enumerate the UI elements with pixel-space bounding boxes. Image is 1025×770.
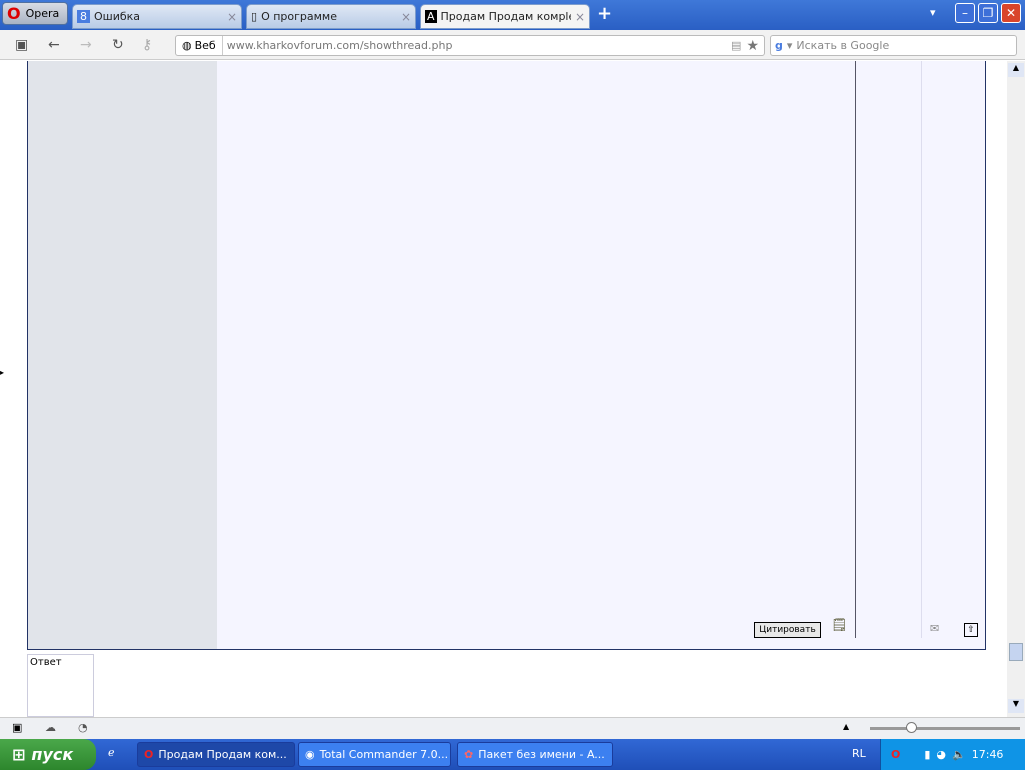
- google-icon: 8: [77, 10, 90, 23]
- panel-toggle-icon[interactable]: ▸: [0, 368, 4, 377]
- task-opera[interactable]: O Продам Продам ком...: [137, 742, 295, 767]
- zoom-menu-icon[interactable]: ▲: [843, 722, 849, 731]
- panel-icon[interactable]: ▣: [12, 721, 22, 734]
- scroll-down-icon[interactable]: ▼: [1008, 699, 1024, 713]
- task-total-commander[interactable]: ◉ Total Commander 7.0...: [298, 742, 451, 767]
- web-badge: ◍ Веб: [176, 36, 223, 55]
- url-path: /showthread.php: [359, 39, 453, 52]
- start-button[interactable]: ⊞ пуск: [0, 739, 96, 770]
- tab-bar: O Opera 8 Ошибка × ▯ О программе × A Продам Пр…: [0, 0, 1025, 30]
- chevron-down-icon[interactable]: ▾: [787, 39, 793, 52]
- url-host: www.kharkovforum.com: [226, 39, 360, 52]
- quote-button[interactable]: Цитировать: [754, 622, 821, 638]
- google-icon: g: [775, 39, 783, 52]
- maximize-button[interactable]: ❐: [978, 3, 998, 23]
- bookmark-star-icon[interactable]: ★: [746, 38, 759, 54]
- app-tray-icon[interactable]: ▮: [924, 748, 930, 761]
- tab-error[interactable]: 8 Ошибка ×: [72, 4, 242, 29]
- post-author-column: [28, 61, 217, 649]
- tab-forum[interactable]: AПродам Продам комple...×: [420, 4, 590, 29]
- opera-menu-button[interactable]: O Opera: [2, 2, 68, 25]
- total-commander-icon: ◉: [305, 748, 315, 761]
- reload-icon[interactable]: ↻: [112, 37, 124, 53]
- taskbar: ⊞ пуск ℯ O Продам Продам ком... ◉ Total Com…: [0, 739, 1025, 770]
- opera-logo-icon: O: [7, 4, 21, 23]
- volume-icon[interactable]: 🔈: [952, 748, 966, 761]
- language-indicator[interactable]: RL: [852, 747, 866, 760]
- forum-favicon-icon: A: [425, 10, 437, 23]
- scroll-up-icon[interactable]: ▲: [1008, 63, 1024, 77]
- windows-logo-icon: ⊞: [12, 745, 26, 764]
- system-tray: O ▮ ◕ 🔈 17:46: [880, 739, 1025, 770]
- clock: 17:46: [971, 748, 1004, 761]
- key-icon[interactable]: ⚷: [142, 37, 152, 53]
- rss-icon[interactable]: ▤: [731, 39, 741, 52]
- opera-icon: O: [144, 748, 154, 761]
- search-input[interactable]: g ▾ Искать в Google: [770, 35, 1017, 56]
- vertical-scrollbar[interactable]: ▲ ▼: [1007, 61, 1025, 717]
- opera-unite-icon[interactable]: ☁: [45, 721, 56, 734]
- package-icon: ✿: [464, 748, 474, 761]
- close-tab-icon[interactable]: ×: [401, 10, 411, 24]
- page-icon: ▯: [251, 10, 258, 23]
- zoom-slider-handle[interactable]: [906, 722, 917, 733]
- task-package[interactable]: ✿ Пакет без имени - A...: [457, 742, 613, 767]
- minimize-button[interactable]: –: [955, 3, 975, 23]
- reply-box[interactable]: Ответ: [27, 654, 94, 717]
- network-icon[interactable]: ◕: [936, 748, 946, 761]
- back-icon[interactable]: ←: [48, 37, 60, 53]
- quick-reply-icon[interactable]: 🗒: [831, 618, 848, 633]
- tab-list-icon[interactable]: ▾: [930, 6, 936, 19]
- zoom-slider[interactable]: [870, 727, 1020, 730]
- private-message-icon[interactable]: ✉: [930, 622, 939, 635]
- forum-post: Цитировать 🗒 ✉ ⇧: [27, 61, 986, 650]
- speed-icon[interactable]: ◔: [78, 721, 88, 734]
- status-bar: ▣ ☁ ◔ ▲: [0, 717, 1025, 739]
- globe-icon: ◍: [182, 39, 192, 52]
- forward-icon[interactable]: →: [80, 37, 92, 53]
- scrollbar-thumb[interactable]: [1009, 643, 1023, 661]
- navigation-toolbar: ▣ ← → ↻ ⚷ ◍ Веб www.kharkovforum.com/show…: [0, 30, 1025, 60]
- new-tab-button[interactable]: +: [597, 3, 612, 24]
- closed-tabs-icon[interactable]: ▣: [15, 37, 28, 53]
- scroll-top-icon[interactable]: ⇧: [964, 623, 978, 637]
- tab-about[interactable]: ▯ О программе ×: [246, 4, 416, 29]
- close-button[interactable]: ✕: [1001, 3, 1021, 23]
- address-bar[interactable]: ◍ Веб www.kharkovforum.com/showthread.php…: [175, 35, 765, 56]
- opera-tray-icon[interactable]: O: [891, 748, 900, 761]
- ie-quicklaunch-icon[interactable]: ℯ: [108, 746, 115, 759]
- close-tab-icon[interactable]: ×: [575, 10, 585, 24]
- close-tab-icon[interactable]: ×: [227, 10, 237, 24]
- post-side-column: [855, 61, 922, 638]
